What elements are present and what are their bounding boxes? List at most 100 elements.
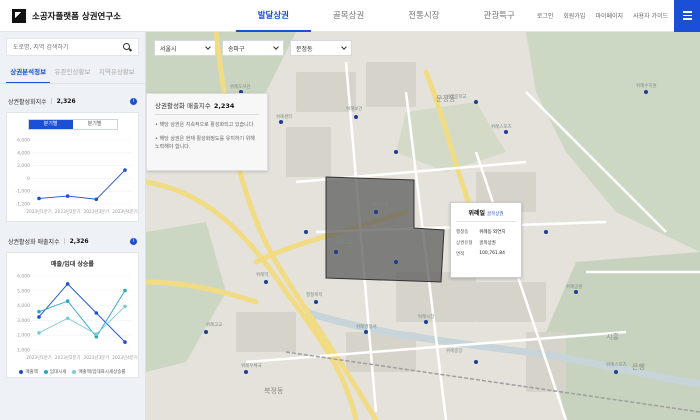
svg-text:위례역: 위례역 <box>256 271 268 278</box>
x-tick-label: 2023년4분기 <box>112 208 138 215</box>
series-line <box>38 283 126 343</box>
data-point <box>123 304 127 309</box>
tab-regional-status[interactable]: 지역유상황보 <box>95 66 139 83</box>
chevron-down-icon <box>341 44 347 50</box>
mypage-link[interactable]: 마이페이지 <box>595 11 623 20</box>
y-tick-label: 2,000 <box>17 163 30 169</box>
data-point <box>65 194 70 198</box>
data-point <box>123 168 127 172</box>
activity-line-chart: 6,0004,0002,0000-1,000-1,2002023년1분기 2023… <box>15 138 138 216</box>
map-area-label: 시흥 <box>606 333 619 341</box>
svg-text:위례보건: 위례보건 <box>346 105 363 112</box>
y-tick-label: 4,000 <box>17 303 30 309</box>
tab-district-analysis[interactable]: 상권분석정보 <box>6 66 51 83</box>
svg-text:위례초교: 위례초교 <box>336 239 353 246</box>
svg-text:위례수목원: 위례수목원 <box>636 82 657 89</box>
svg-text:위례공원: 위례공원 <box>372 201 389 208</box>
svg-text:위례고교: 위례고교 <box>206 321 223 328</box>
svg-text:위례시장: 위례시장 <box>418 313 435 320</box>
x-tick-label: 2023년2분기 <box>55 354 81 361</box>
dong-select[interactable]: 문정동 <box>290 40 352 56</box>
map-canvas[interactable]: 위례도서관위례보건위례중학교 위례스포츠위례공원위례초교 위례역행정복지위례경찰… <box>146 32 700 420</box>
y-tick-label: 4,000 <box>17 150 30 156</box>
main-nav: 발달상권 골목상권 전통시장 관광특구 <box>235 0 537 32</box>
search-box <box>6 38 139 56</box>
stat-label: 상권활성화지수 <box>8 98 47 106</box>
y-tick-label: 3,000 <box>17 318 30 324</box>
stat-sales-index: 상권활성화 매출지수 | 2,326 i <box>0 230 145 252</box>
data-point <box>94 311 99 315</box>
chart-legend: 매출액 임대시세 매출액/임대료시세상승률 <box>7 369 138 375</box>
y-tick-label: 0 <box>27 176 30 182</box>
info-icon[interactable]: i <box>130 237 137 245</box>
y-tick-label: 1,000 <box>17 348 30 354</box>
district-info-popup: 위례일 골목상권 행정동 위례동 외연지 상권유형 골목상권 면적 100,761.84 <box>450 202 522 278</box>
svg-text:위례스포츠: 위례스포츠 <box>491 123 512 130</box>
nav-traditional-market[interactable]: 전통시장 <box>386 0 461 32</box>
svg-text:위례센터: 위례센터 <box>276 113 293 120</box>
login-link[interactable]: 로그인 <box>537 11 554 20</box>
nav-alley-district[interactable]: 골목상권 <box>311 0 386 32</box>
chart-title: 매출/임대 상승률 <box>51 261 94 268</box>
y-tick-label: 6,000 <box>17 138 30 144</box>
logo-icon <box>12 8 26 23</box>
legend-item: 매출액/임대료시세상승률 <box>72 369 126 375</box>
x-tick-label: 2023년1분기 <box>26 354 52 361</box>
data-point <box>65 282 70 286</box>
y-tick-label: 6,000 <box>17 274 30 280</box>
nav-tourism-zone[interactable]: 관광특구 <box>462 0 537 32</box>
data-point <box>94 332 99 336</box>
district-select[interactable]: 송파구 <box>222 40 284 56</box>
tab-related-status[interactable]: 유관인상황보 <box>50 66 94 83</box>
popup-title: 위례일 골목상권 <box>456 208 516 222</box>
x-tick-label: 2023년2분기 <box>55 208 81 215</box>
search-input[interactable] <box>13 43 123 51</box>
table-row: 행정동 위례동 외연지 <box>456 229 506 235</box>
svg-text:위례도서관: 위례도서관 <box>230 83 251 90</box>
nav-developed-district[interactable]: 발달상권 <box>235 0 311 32</box>
period-toggle: 분기별 분기별 <box>27 119 118 130</box>
series-line <box>38 290 126 338</box>
chevron-down-icon <box>205 44 211 50</box>
region-selects: 서울시 송파구 문정동 <box>154 40 352 56</box>
hamburger-icon <box>682 11 692 13</box>
stat-label: 상권활성화 매출지수 <box>8 238 60 246</box>
logo[interactable]: 소공자플랫폼 상권연구소 <box>12 8 140 23</box>
y-tick-label: 2,000 <box>17 333 30 339</box>
data-point <box>123 340 127 344</box>
svg-text:위례경찰서: 위례경찰서 <box>356 323 377 330</box>
chart-card-1: 분기별 분기별 6,000 4,000 2,000 0 -1,000 -1,200 2023… <box>6 112 139 222</box>
popup-badge: 골목상권 <box>487 212 504 217</box>
city-select[interactable]: 서울시 <box>154 40 216 56</box>
x-tick-label: 2023년3분기 <box>84 208 110 215</box>
top-header: 소공자플랫폼 상권연구소 발달상권 골목상권 전통시장 관광특구 로그인 회원가… <box>0 0 700 32</box>
signup-link[interactable]: 회원가입 <box>563 11 585 20</box>
svg-text:위례스포츠: 위례스포츠 <box>606 361 627 368</box>
table-row: 면적 100,761.84 <box>456 251 505 257</box>
stat-value: 2,326 <box>69 237 89 245</box>
legend-item: 임대시세 <box>43 369 66 375</box>
data-point <box>65 316 70 321</box>
svg-text:위례중앙: 위례중앙 <box>446 347 463 354</box>
x-tick-label: 2023년3분기 <box>84 354 110 361</box>
logo-text: 소공자플랫폼 상권연구소 <box>32 11 121 22</box>
hamburger-menu-button[interactable] <box>674 0 700 32</box>
map-view[interactable]: 위례도서관 위례보건 위례중학교 위례스포츠 위례공원 위례초교 위례역 행정복지 위례경찰… <box>146 32 700 420</box>
legend-item: 매출액 <box>19 369 38 375</box>
toggle-option-quarter[interactable]: 분기별 <box>28 120 73 129</box>
map-area-label: 북정동 <box>264 387 284 395</box>
user-guide-link[interactable]: 사용자 가이드 <box>633 11 668 20</box>
data-point <box>37 196 41 201</box>
chart-card-2: 매출/임대 상승률 6,000 5,000 4,000 3,000 2,000 1,000… <box>6 252 139 378</box>
util-links: 로그인 회원가입 마이페이지 사용자 가이드 <box>537 11 668 20</box>
sales-rent-line-chart: 6,0005,0004,0003,0002,0001,0002023년1분기 20… <box>17 274 138 362</box>
search-icon[interactable] <box>123 42 132 52</box>
toggle-option-quarter-2[interactable]: 분기별 <box>73 120 117 129</box>
map-area-label: 문정동 <box>436 95 456 103</box>
info-icon[interactable]: i <box>130 97 137 105</box>
tooltip-header: 상권활성화 매출지수 2,234 <box>155 100 259 115</box>
sidebar-tabs: 상권분석정보 유관인상황보 지역유상황보 <box>0 66 145 84</box>
data-point <box>37 331 41 335</box>
data-point <box>37 315 41 319</box>
stat-value: 2,326 <box>56 97 76 105</box>
